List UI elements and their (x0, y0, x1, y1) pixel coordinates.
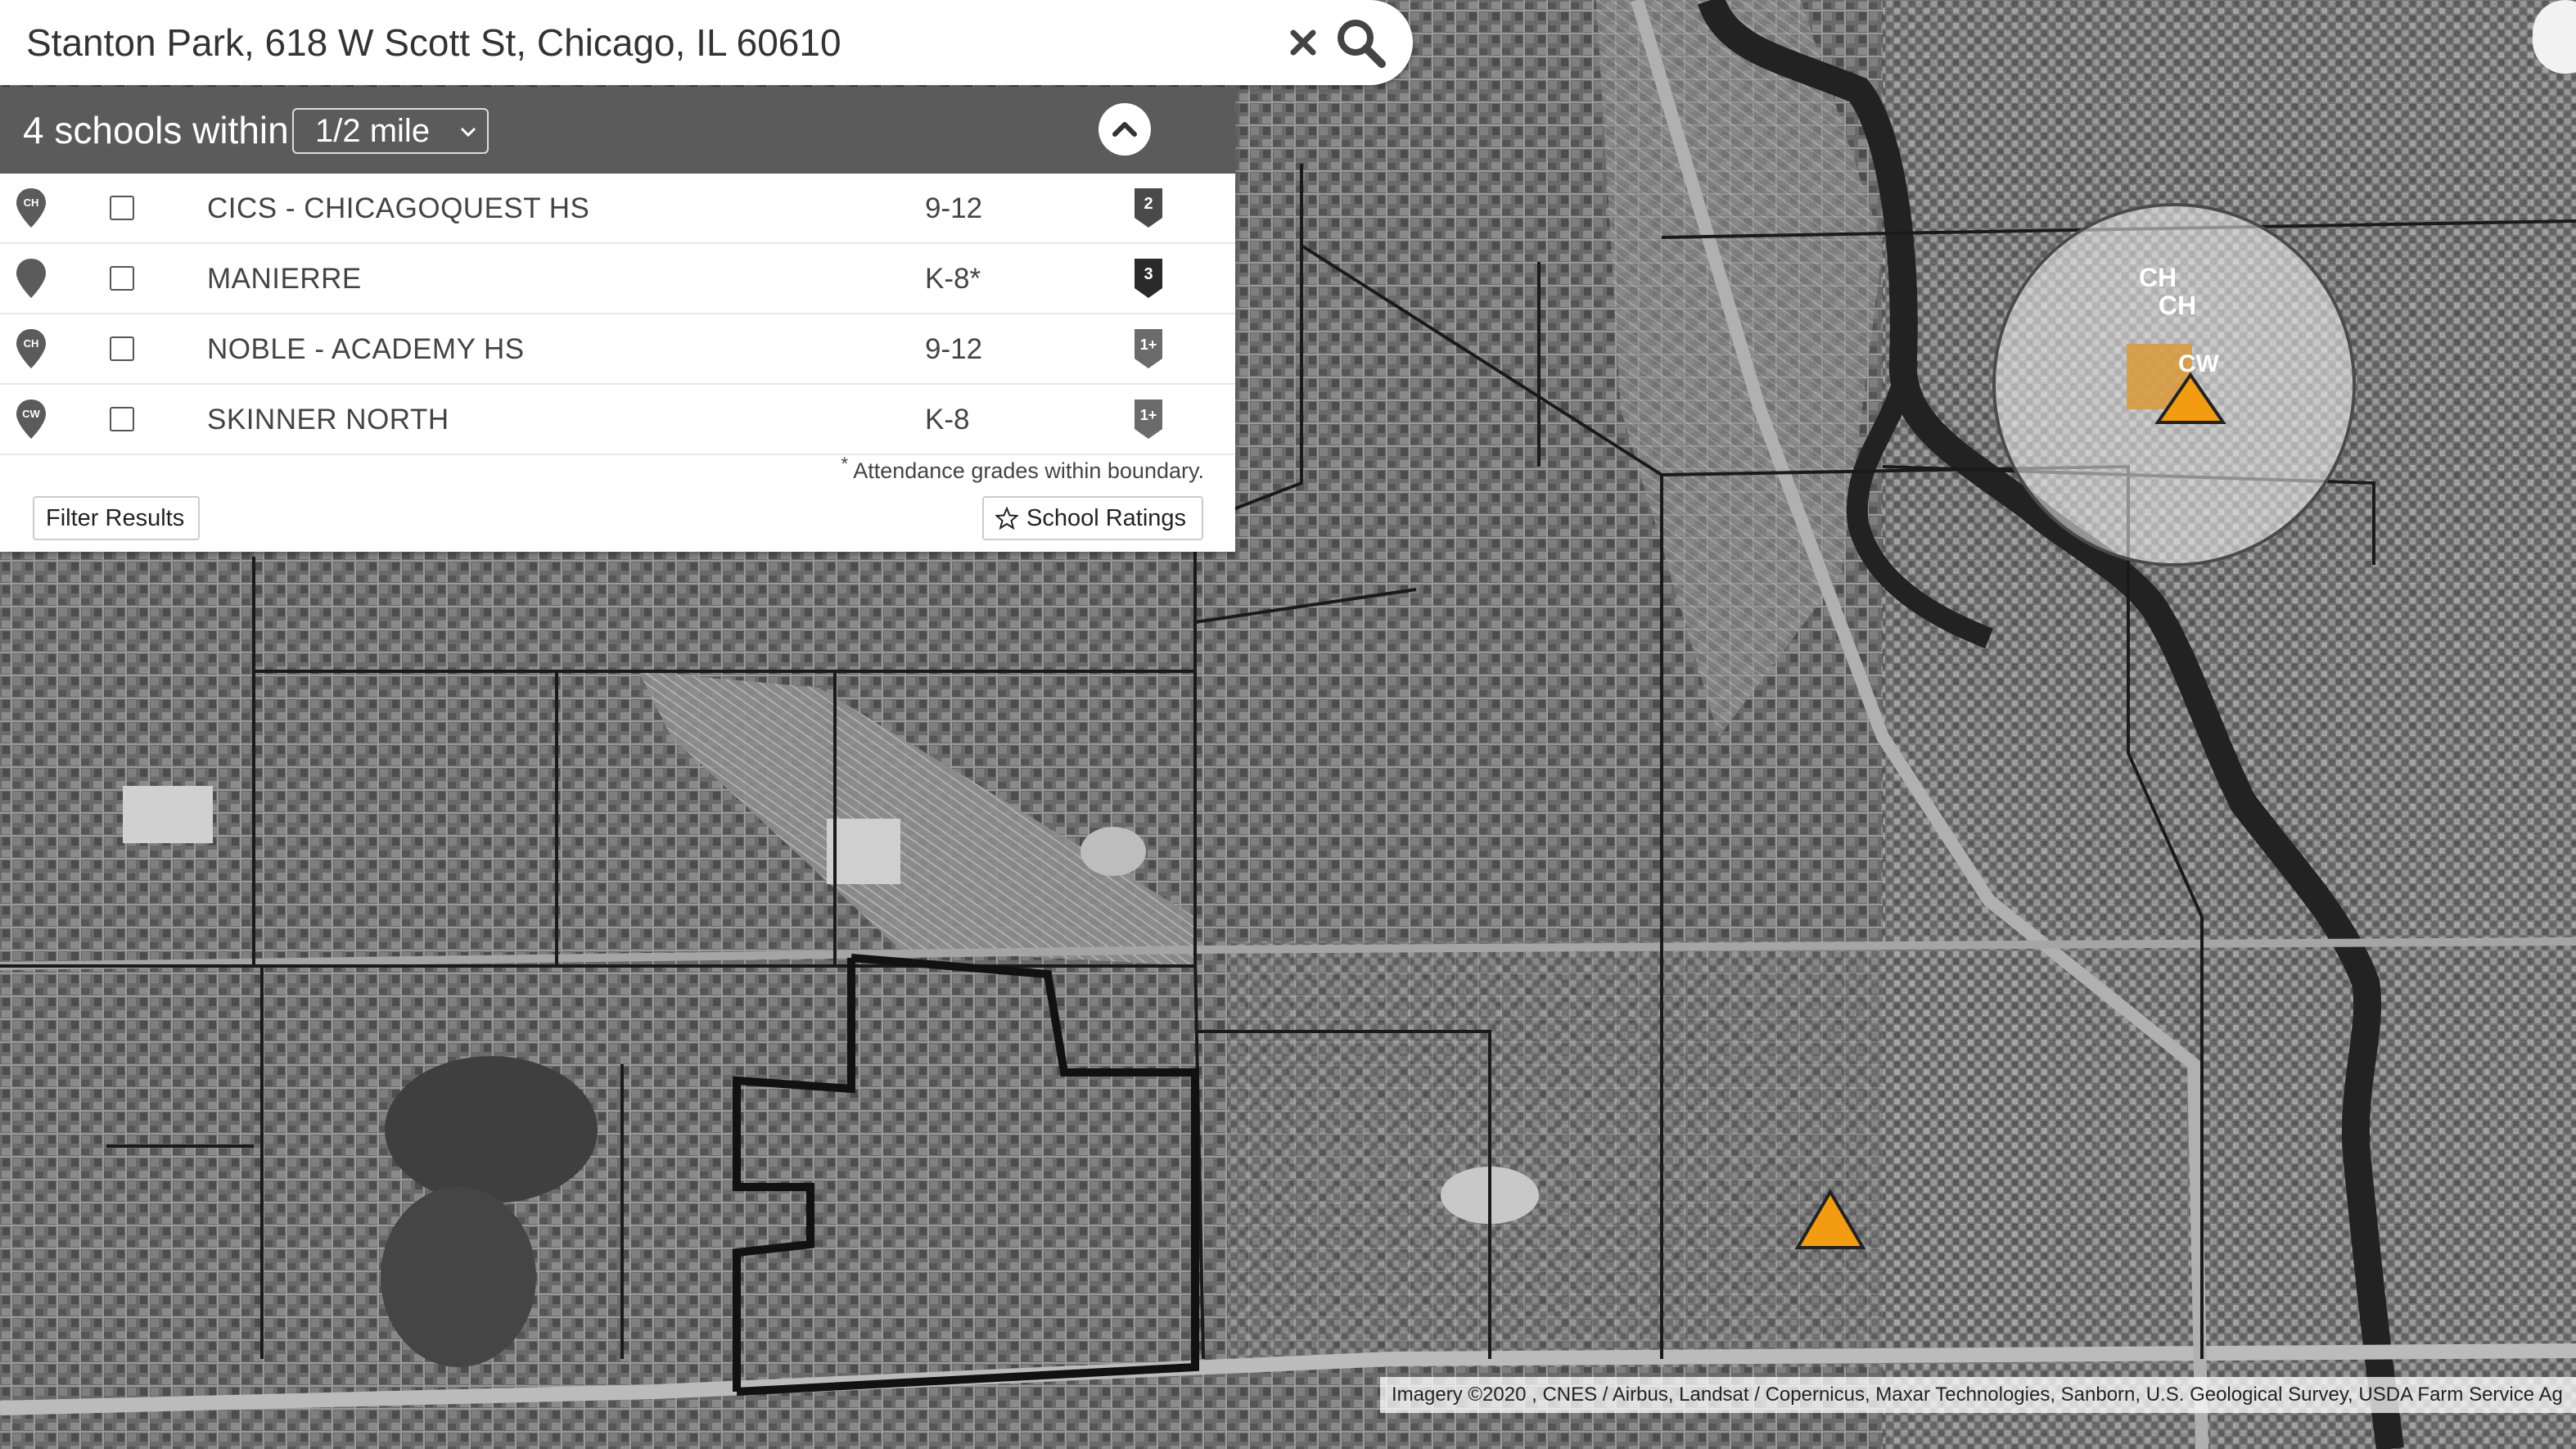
pin-label: CH (24, 337, 39, 350)
rating-value: 2 (1144, 195, 1153, 213)
rating-value: 1+ (1140, 336, 1157, 353)
rating-badge-icon[interactable]: 1+ (1133, 327, 1164, 370)
filter-results-button[interactable]: Filter Results (33, 496, 200, 540)
search-button[interactable] (1331, 13, 1390, 72)
school-checkbox[interactable] (110, 407, 134, 431)
school-row[interactable]: MANIERRE K-8* 3 (0, 244, 1235, 314)
map-attribution: Imagery ©2020 , CNES / Airbus, Landsat /… (1380, 1377, 2576, 1413)
map-pin-icon (16, 259, 46, 298)
school-name: SKINNER NORTH (207, 404, 449, 436)
map-label-ch-2: CH (2159, 291, 2196, 320)
results-count: 4 schools within (23, 109, 289, 151)
pin-label: CW (22, 408, 40, 420)
school-ratings-label: School Ratings (1026, 504, 1187, 531)
school-checkbox[interactable] (110, 196, 134, 220)
school-grades: 9-12 (925, 192, 983, 224)
school-grades: K-8 (925, 404, 970, 436)
map-label-ch-1: CH (2139, 263, 2177, 292)
close-icon (1290, 29, 1316, 56)
school-ratings-button[interactable]: School Ratings (982, 496, 1203, 540)
attendance-footnote: * Attendance grades within boundary. (841, 454, 1204, 484)
pin-label: CH (24, 196, 39, 209)
clear-button[interactable] (1274, 13, 1333, 72)
chevron-down-icon (460, 127, 476, 138)
school-list: CH CICS - CHICAGOQUEST HS 9-12 2 MANIERR… (0, 174, 1235, 455)
results-header: 4 schools within 1/2 mile (0, 87, 1235, 174)
school-grades: K-8* (925, 263, 981, 295)
rating-badge-icon[interactable]: 3 (1133, 257, 1164, 300)
school-name: CICS - CHICAGOQUEST HS (207, 192, 590, 224)
star-icon (995, 507, 1018, 530)
results-panel: 4 schools within 1/2 mile CH CICS - CHIC… (0, 87, 1235, 552)
school-checkbox[interactable] (110, 266, 134, 291)
search-bar (0, 0, 1413, 85)
filter-results-label: Filter Results (46, 504, 185, 531)
school-checkbox[interactable] (110, 336, 134, 361)
school-row[interactable]: CH CICS - CHICAGOQUEST HS 9-12 2 (0, 174, 1235, 244)
rating-value: 3 (1144, 265, 1153, 283)
rating-value: 1+ (1140, 407, 1157, 423)
chevron-up-icon (1112, 122, 1137, 137)
school-grades: 9-12 (925, 333, 983, 365)
map-label-cw: CW (2178, 350, 2220, 377)
footnote-mark: * (841, 454, 849, 474)
school-name: MANIERRE (207, 263, 362, 295)
footnote-text: Attendance grades within boundary. (853, 458, 1204, 483)
distance-select[interactable]: 1/2 mile (292, 108, 489, 154)
map-pin-icon: CW (16, 399, 46, 439)
rating-badge-icon[interactable]: 2 (1133, 187, 1164, 229)
search-icon (1338, 20, 1386, 68)
school-name: NOBLE - ACADEMY HS (207, 333, 525, 365)
map-app: CH CH CW 4 schools within 1/2 mile (0, 0, 2576, 1449)
map-pin-icon: CH (16, 329, 46, 368)
distance-select-value: 1/2 mile (315, 113, 431, 149)
rating-badge-icon[interactable]: 1+ (1133, 398, 1164, 440)
search-input[interactable] (0, 2, 1254, 84)
map-pin-icon: CH (16, 188, 46, 228)
school-row[interactable]: CH NOBLE - ACADEMY HS 9-12 1+ (0, 314, 1235, 385)
school-row[interactable]: CW SKINNER NORTH K-8 1+ (0, 385, 1235, 455)
collapse-panel-button[interactable] (1099, 103, 1151, 156)
